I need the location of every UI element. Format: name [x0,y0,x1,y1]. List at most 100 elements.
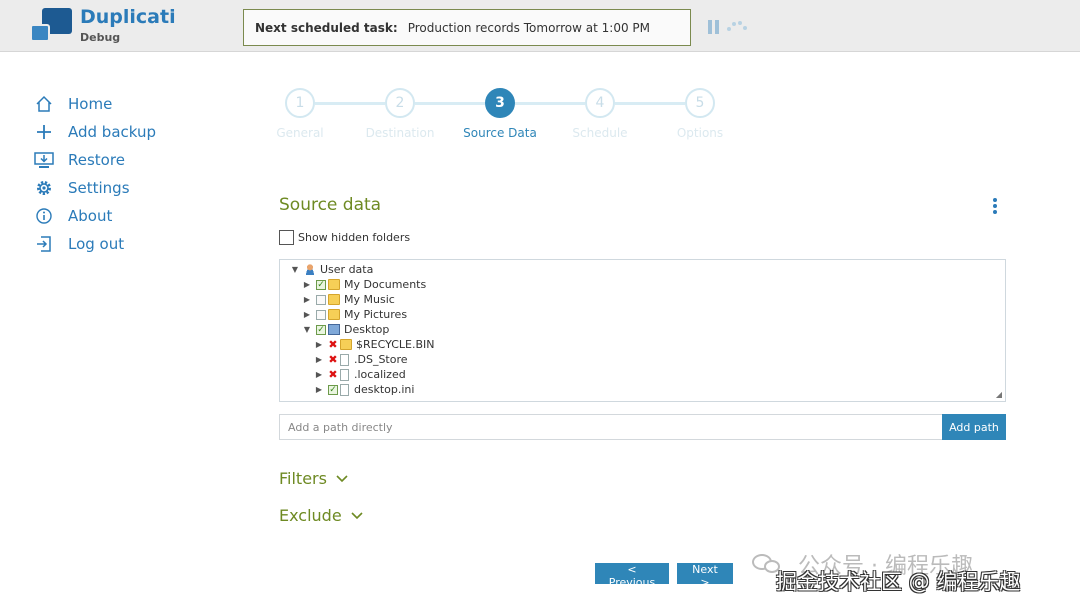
throttle-icon[interactable] [726,19,748,33]
info-icon [34,206,54,226]
tree-node-label: .localized [354,368,406,381]
folder-icon [340,339,352,350]
expand-arrow-icon[interactable]: ▶ [314,340,324,349]
tree-node-label: My Music [344,293,395,306]
sidebar-item-add-backup[interactable]: Add backup [34,118,234,146]
sidebar-item-label: Settings [68,179,130,197]
show-hidden-checkbox[interactable] [279,230,294,245]
tree-node[interactable]: ▶ ✖ $RECYCLE.BIN [314,337,435,352]
exclude-toggle[interactable]: Exclude [279,506,363,525]
collapse-arrow-icon[interactable]: ▼ [290,265,300,274]
step-number: 3 [485,88,515,118]
tree-node[interactable]: ▶ ✖ .localized [314,367,406,382]
chevron-down-icon [351,509,363,523]
user-icon [304,264,316,275]
filters-toggle[interactable]: Filters [279,469,348,488]
sidebar-item-label: About [68,207,113,225]
tree-node-label: User data [320,263,374,276]
sidebar-item-log-out[interactable]: Log out [34,230,234,258]
pause-icon[interactable] [708,20,720,34]
tree-node[interactable]: ▶ ✖ .DS_Store [314,352,408,367]
step-label: Schedule [572,126,628,140]
watermark-bottom-text: 掘金技术社区 @ 编程乐趣 [776,570,1021,594]
tree-node-label: $RECYCLE.BIN [356,338,435,351]
sidebar-item-settings[interactable]: Settings [34,174,234,202]
collapse-arrow-icon[interactable]: ▼ [302,325,312,334]
tree-checkbox[interactable]: ✓ [316,279,326,290]
tree-node[interactable]: ▶ My Pictures [302,307,407,322]
step-number: 4 [585,88,615,118]
show-hidden-row: Show hidden folders [279,230,410,245]
tree-node-label: .DS_Store [354,353,408,366]
top-header: Duplicati Debug Next scheduled task: Pro… [0,0,1080,52]
sidebar-item-label: Add backup [68,123,157,141]
duplicati-logo [30,8,74,46]
exclude-label: Exclude [279,506,342,525]
wizard-step-options[interactable]: 5 Options [650,88,750,140]
sidebar-item-label: Home [68,95,113,113]
excluded-x-icon[interactable]: ✖ [328,369,338,380]
tree-checkbox[interactable] [316,294,326,305]
tree-checkbox[interactable] [316,309,326,320]
sidebar-item-restore[interactable]: Restore [34,146,234,174]
source-tree[interactable]: ▼ User data ▶ ✓ My Documents ▶ My Music … [279,259,1006,402]
file-icon [340,353,349,366]
expand-arrow-icon[interactable]: ▶ [302,295,312,304]
tree-node[interactable]: ▶ ✓ My Documents [302,277,426,292]
excluded-x-icon[interactable]: ✖ [328,339,338,350]
tree-node-label: My Pictures [344,308,408,321]
wizard-step-general[interactable]: 1 General [250,88,350,140]
tree-node[interactable]: ▶ My Music [302,292,395,307]
scheduled-task-value: Production records Tomorrow at 1:00 PM [407,20,650,35]
app-subtitle: Debug [80,31,121,44]
step-label: Options [676,126,724,140]
sidebar-item-label: Log out [68,235,125,253]
tree-node[interactable]: ▼ ✓ Desktop [302,322,389,337]
wizard-steps: 1 General 2 Destination 3 Source Data 4 … [250,88,750,148]
step-number: 2 [385,88,415,118]
show-hidden-label[interactable]: Show hidden folders [298,231,410,244]
step-label: Destination [365,126,435,140]
home-icon [34,94,54,114]
tree-node[interactable]: ▼ User data [290,262,373,277]
tree-checkbox[interactable]: ✓ [316,324,326,335]
sidebar-item-label: Restore [68,151,125,169]
file-icon [340,383,349,396]
wizard-step-destination[interactable]: 2 Destination [350,88,450,140]
expand-arrow-icon[interactable]: ▶ [302,310,312,319]
expand-arrow-icon[interactable]: ▶ [314,385,324,394]
add-path-row: Add path [279,414,1006,440]
file-icon [340,368,349,381]
restore-icon [34,150,54,170]
sidebar-item-home[interactable]: Home [34,90,234,118]
expand-arrow-icon[interactable]: ▶ [314,355,324,364]
expand-arrow-icon[interactable]: ▶ [314,370,324,379]
expand-arrow-icon[interactable]: ▶ [302,280,312,289]
scheduled-task-label: Next scheduled task: [255,20,398,35]
tree-node[interactable]: ▶ ✓ desktop.ini [314,382,415,397]
wizard-step-source-data[interactable]: 3 Source Data [450,88,550,140]
logout-icon [34,234,54,254]
add-path-button[interactable]: Add path [942,414,1006,440]
folder-icon [328,309,340,320]
folder-icon [328,294,340,305]
step-number: 5 [685,88,715,118]
section-title: Source data [279,195,382,215]
filters-label: Filters [279,469,327,488]
gear-icon [34,178,54,198]
previous-button[interactable]: < Previous [595,563,669,589]
tree-checkbox[interactable]: ✓ [328,384,338,395]
wizard-step-schedule[interactable]: 4 Schedule [550,88,650,140]
next-button[interactable]: Next > [677,563,733,589]
scheduled-task-box: Next scheduled task: Production records … [243,9,691,46]
resize-handle-icon[interactable]: ◢ [996,390,1002,399]
path-input[interactable] [279,414,942,440]
more-options-icon[interactable] [990,197,1000,215]
sidebar: Home Add backup Restore Settings About L… [34,90,234,258]
plus-icon [34,122,54,142]
step-number: 1 [285,88,315,118]
desktop-icon [328,324,340,335]
chevron-down-icon [336,472,348,486]
sidebar-item-about[interactable]: About [34,202,234,230]
excluded-x-icon[interactable]: ✖ [328,354,338,365]
